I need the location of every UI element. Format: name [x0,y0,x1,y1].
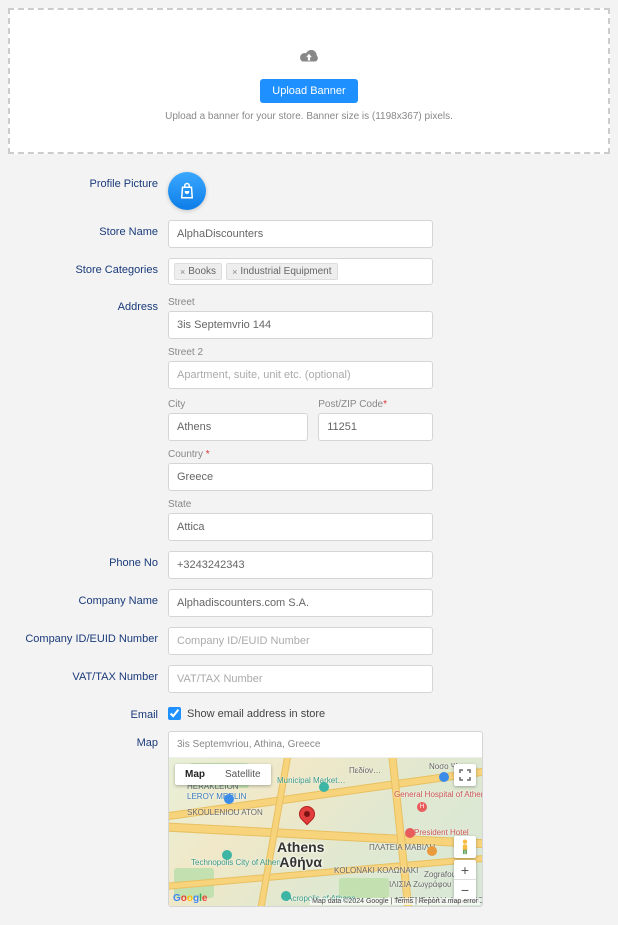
map-poi-icon [319,782,329,792]
satellite-view-button[interactable]: Satellite [215,764,271,785]
state-sublabel: State [168,499,433,510]
email-label: Email [8,703,168,721]
remove-tag-icon[interactable]: × [232,267,237,277]
country-input[interactable] [168,463,433,491]
shopping-bag-icon [178,182,196,200]
map-poi-icon [427,846,437,856]
profile-picture-avatar[interactable] [168,172,206,210]
map-attribution[interactable]: Map data ©2024 Google | Terms | Report a… [310,898,480,905]
map-poi-label: Πεδίον… [349,766,381,775]
map-poi-label: SKOULENIOU ATON [187,808,263,817]
company-name-input[interactable] [168,589,433,617]
store-name-label: Store Name [8,220,168,248]
store-categories-input[interactable]: × Books × Industrial Equipment [168,258,433,285]
map-poi-label: Zografou [424,870,456,879]
map-poi-icon [281,891,291,901]
street2-sublabel: Street 2 [168,347,433,358]
post-input[interactable] [318,413,433,441]
store-categories-label: Store Categories [8,258,168,285]
tag-label: Industrial Equipment [240,266,331,277]
category-tag[interactable]: × Industrial Equipment [226,263,337,280]
company-name-label: Company Name [8,589,168,617]
city-input[interactable] [168,413,308,441]
map-poi-icon [222,850,232,860]
zoom-in-button[interactable]: + [454,860,476,880]
store-name-input[interactable] [168,220,433,248]
show-email-checkbox[interactable] [168,707,181,720]
map-marker-icon[interactable] [296,803,319,826]
country-sublabel: Country * [168,449,433,460]
map-label: Map [8,731,168,907]
map-poi-label: LEROY MERLIN [187,792,246,801]
map-poi-label: KOLONAKI ΚΟΛΩΝΑΚΙ [334,866,418,875]
address-label: Address [8,295,168,541]
map-poi-label: ΙΛΙΣΙΑ Zωγράφου [389,880,451,889]
vat-label: VAT/TAX Number [8,665,168,693]
map-container: 3is Septemvriou, Athina, Greece Νοσο Ψυχ… [168,731,483,907]
map-poi-icon: H [417,802,427,812]
state-input[interactable] [168,513,433,541]
map-canvas[interactable]: Νοσο Ψυχι… General Hospital of Athens Ge… [169,758,482,906]
post-sublabel: Post/ZIP Code* [318,399,433,410]
cloud-upload-icon [295,46,323,66]
pegman-icon [459,839,471,855]
street-sublabel: Street [168,297,433,308]
streetview-pegman[interactable] [454,836,476,858]
map-poi-icon [439,772,449,782]
fullscreen-button[interactable] [454,764,476,786]
map-view-button[interactable]: Map [175,764,215,785]
vat-input[interactable] [168,665,433,693]
map-type-switch[interactable]: Map Satellite [175,764,271,785]
upload-banner-button[interactable]: Upload Banner [260,79,357,103]
street2-input[interactable] [168,361,433,389]
map-poi-label: ΠΛΑΤΕΙΑ ΜΑΒΙΛΗ [369,843,435,852]
map-location-readout: 3is Septemvriou, Athina, Greece [169,732,482,758]
map-poi-label: Municipal Market… [277,776,345,785]
upload-hint-text: Upload a banner for your store. Banner s… [30,111,588,122]
map-poi-icon [224,794,234,804]
show-email-text: Show email address in store [187,708,325,720]
map-poi-icon [405,828,415,838]
map-poi-label: Technopolis City of Athens [191,858,285,867]
phone-label: Phone No [8,551,168,579]
company-id-label: Company ID/EUID Number [8,627,168,655]
tag-label: Books [188,266,216,277]
remove-tag-icon[interactable]: × [180,267,185,277]
company-id-input[interactable] [168,627,433,655]
phone-input[interactable] [168,551,433,579]
street-input[interactable] [168,311,433,339]
upload-banner-box: Upload Banner Upload a banner for your s… [8,8,610,154]
category-tag[interactable]: × Books [174,263,222,280]
zoom-control: + − [454,860,476,900]
city-sublabel: City [168,399,308,410]
fullscreen-icon [459,769,471,781]
zoom-out-button[interactable]: − [454,880,476,900]
profile-picture-label: Profile Picture [8,172,168,210]
google-logo: Google [173,893,207,904]
map-poi-label: General Hospital of Athens Georgios… [394,790,482,799]
map-city-label: Athens Αθήνα [277,840,324,871]
